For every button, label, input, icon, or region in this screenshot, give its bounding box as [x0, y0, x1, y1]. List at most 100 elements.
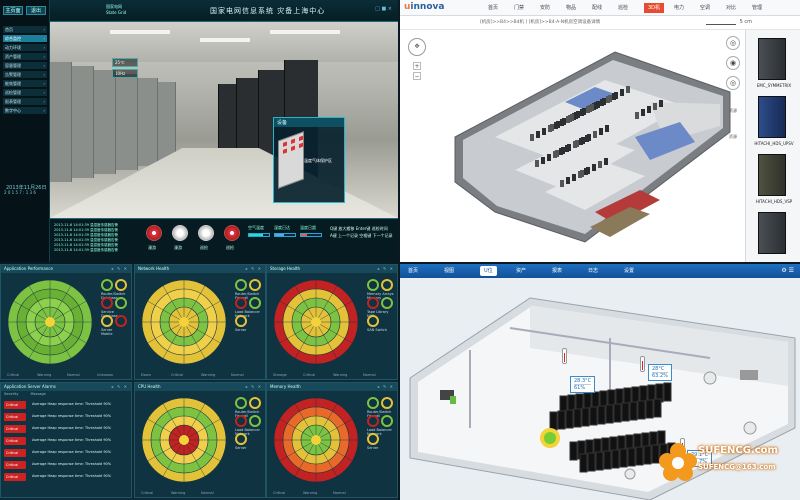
rack-cabinet[interactable]: [621, 402, 630, 422]
table-row[interactable]: Critical Average Heap response time: Thre…: [4, 424, 130, 434]
zoom-out-icon[interactable]: −: [413, 72, 421, 80]
rack-cabinet[interactable]: [555, 150, 559, 157]
q2-3d-viewport[interactable]: ✥ + −: [400, 30, 745, 262]
mini-status-ring-icon[interactable]: [235, 315, 247, 327]
rack-cabinet[interactable]: [580, 170, 584, 177]
rack-cabinet[interactable]: [579, 453, 588, 473]
q4-nav-item[interactable]: 日志: [588, 266, 598, 276]
mini-status-ring-icon[interactable]: [101, 279, 113, 291]
rack-cabinet[interactable]: [614, 92, 618, 99]
rack-cabinet[interactable]: [560, 180, 564, 187]
rack-cabinet[interactable]: [581, 407, 590, 427]
rack-model-thumbnail[interactable]: [758, 96, 786, 138]
rack-cabinet[interactable]: [557, 410, 566, 430]
table-row[interactable]: Critical Average Heap response time: Thre…: [4, 412, 130, 422]
mini-status-ring-icon[interactable]: [235, 415, 247, 427]
mini-status-ring-icon[interactable]: [235, 279, 247, 291]
rack-cabinet[interactable]: [613, 403, 622, 423]
q1-menu-item[interactable]: 动力环境 ›: [3, 44, 47, 51]
q4-nav-item[interactable]: 报表: [552, 266, 562, 276]
table-row[interactable]: Critical Average Heap response time: Thre…: [4, 436, 130, 446]
q1-menu-item[interactable]: 综合监控 ›: [3, 35, 47, 42]
rack-cabinet[interactable]: [595, 451, 604, 471]
q2-nav-item[interactable]: 管理: [752, 3, 762, 13]
mini-status-ring-icon[interactable]: [101, 297, 113, 309]
rotate-icon[interactable]: ◎: [726, 36, 740, 50]
rack-cabinet[interactable]: [589, 406, 598, 426]
target-icon[interactable]: ◉: [726, 56, 740, 70]
mini-status-ring-icon[interactable]: [381, 279, 393, 291]
rack-cabinet[interactable]: [581, 137, 585, 144]
mini-status-ring-icon[interactable]: [249, 397, 261, 409]
mini-status-ring-icon[interactable]: [115, 297, 127, 309]
rack-cabinet[interactable]: [605, 125, 609, 132]
rack-cabinet[interactable]: [567, 144, 571, 151]
q4-nav-item[interactable]: 设置: [624, 266, 634, 276]
q1-menu-item[interactable]: 报表管理 ›: [3, 98, 47, 105]
rack-cabinet[interactable]: [645, 399, 654, 419]
rack-cabinet[interactable]: [536, 131, 540, 138]
panel-tools-icon[interactable]: ▸ ✎ ✕: [378, 383, 394, 391]
rack-cabinet[interactable]: [596, 101, 600, 108]
rack-cabinet[interactable]: [627, 447, 636, 467]
breadcrumb[interactable]: [机房]>>B4>>B4机 ] [机房]>>B4-A-N机房空调设备详情: [480, 19, 600, 25]
q1-menu-item[interactable]: 告警管理 ›: [3, 71, 47, 78]
rack-cabinet[interactable]: [547, 154, 551, 161]
rack-cabinet[interactable]: [593, 131, 597, 138]
mini-status-ring-icon[interactable]: [367, 279, 379, 291]
rack-cabinet[interactable]: [643, 445, 652, 465]
q1-menu-item[interactable]: 数字中心 ›: [3, 107, 47, 114]
sunburst-health-chart[interactable]: [271, 277, 361, 367]
rack-cabinet[interactable]: [602, 98, 606, 105]
compass-icon[interactable]: ✥: [408, 38, 426, 56]
rack-cabinet[interactable]: [550, 124, 554, 131]
rack-cabinet[interactable]: [590, 104, 594, 111]
rack-cabinet[interactable]: [562, 118, 566, 125]
rack-cabinet[interactable]: [603, 450, 612, 470]
q1-menu-item[interactable]: 首页 ›: [3, 26, 47, 33]
rack-cabinet[interactable]: [566, 177, 570, 184]
q2-nav-item[interactable]: 3D机: [644, 3, 665, 13]
mini-status-ring-icon[interactable]: [381, 297, 393, 309]
mini-status-ring-icon[interactable]: [249, 297, 261, 309]
mini-status-ring-icon[interactable]: [235, 397, 247, 409]
rack-cabinet[interactable]: [569, 441, 578, 461]
mini-status-ring-icon[interactable]: [249, 279, 261, 291]
rack-cabinet[interactable]: [608, 95, 612, 102]
rack-cabinet[interactable]: [663, 382, 672, 402]
rack-cabinet[interactable]: [570, 114, 574, 121]
rack-cabinet[interactable]: [619, 448, 628, 468]
mini-status-ring-icon[interactable]: [367, 315, 379, 327]
table-row[interactable]: Critical Average Heap response time: Thre…: [4, 400, 130, 410]
rack-cabinet[interactable]: [604, 158, 608, 165]
q4-settings-icon[interactable]: ⚙ ☰: [781, 267, 794, 274]
sunburst-health-chart[interactable]: [139, 277, 229, 367]
q1-3d-corridor-view[interactable]: 25℃ 10Hz 设备 温度气体保护区: [50, 22, 398, 218]
rack-cabinet[interactable]: [572, 174, 576, 181]
sunburst-health-chart[interactable]: [271, 395, 361, 485]
mini-status-ring-icon[interactable]: [235, 297, 247, 309]
rack-cabinet[interactable]: [629, 401, 638, 421]
mini-status-ring-icon[interactable]: [101, 315, 113, 327]
mini-status-ring-icon[interactable]: [235, 433, 247, 445]
q1-patrol-knob-2[interactable]: [224, 225, 240, 241]
rack-cabinet[interactable]: [605, 404, 614, 424]
mini-status-ring-icon[interactable]: [367, 397, 379, 409]
q1-menu-item[interactable]: 能效管理 ›: [3, 80, 47, 87]
q2-nav-item[interactable]: 巡检: [618, 3, 628, 13]
rack-cabinet[interactable]: [597, 405, 606, 425]
mini-status-ring-icon[interactable]: [381, 397, 393, 409]
panel-tools-icon[interactable]: ▸ ✎ ✕: [112, 383, 128, 391]
q1-roam-knob-2[interactable]: [172, 225, 188, 241]
panel-tools-icon[interactable]: ▸ ✎ ✕: [246, 383, 262, 391]
rack-cabinet[interactable]: [541, 157, 545, 164]
rack-cabinet[interactable]: [565, 409, 574, 429]
rack-cabinet[interactable]: [530, 134, 534, 141]
rack-cabinet[interactable]: [575, 140, 579, 147]
q2-nav-item[interactable]: 对比: [726, 3, 736, 13]
rack-cabinet[interactable]: [635, 446, 644, 466]
rack-cabinet[interactable]: [611, 449, 620, 469]
rack-cabinet[interactable]: [542, 128, 546, 135]
q4-nav-item[interactable]: 资产: [516, 266, 526, 276]
q2-nav-item[interactable]: 空调: [700, 3, 710, 13]
